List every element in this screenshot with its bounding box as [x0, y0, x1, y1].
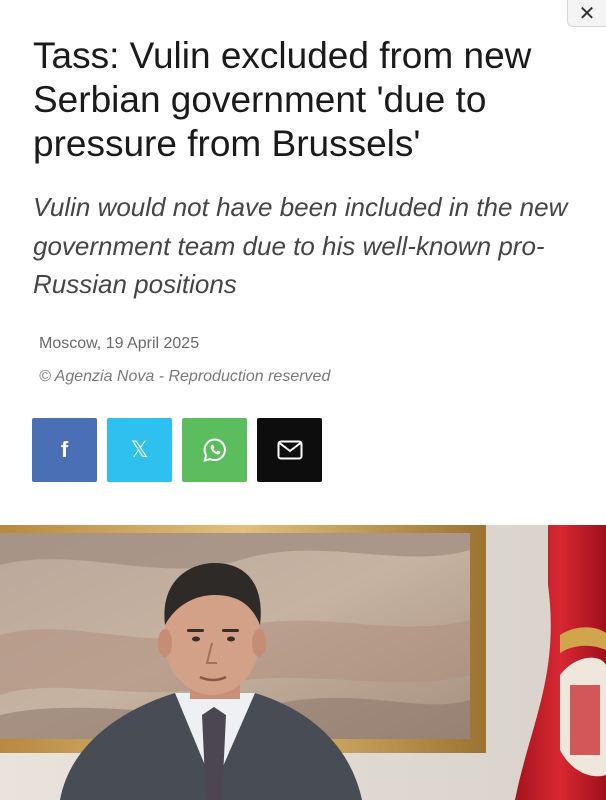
article-title: Tass: Vulin excluded from new Serbian go… — [33, 35, 532, 164]
close-button[interactable]: ✕ — [567, 0, 606, 27]
whatsapp-icon — [202, 438, 226, 462]
close-icon: ✕ — [578, 2, 596, 25]
x-icon: 𝕏 — [130, 437, 149, 463]
article-copyright: © Agenzia Nova - Reproduction reserved — [39, 368, 331, 385]
facebook-share-button[interactable]: f — [32, 418, 97, 482]
article-photo-illustration — [0, 525, 606, 800]
facebook-icon: f — [60, 437, 69, 462]
whatsapp-share-button[interactable] — [182, 418, 247, 482]
email-share-button[interactable] — [257, 418, 322, 482]
share-buttons: f 𝕏 — [32, 418, 322, 482]
envelope-icon — [277, 440, 302, 460]
x-share-button[interactable]: 𝕏 — [107, 418, 172, 482]
article-dateline: Moscow, 19 April 2025 — [39, 335, 200, 352]
article-subtitle: Vulin would not have been included in th… — [33, 192, 568, 299]
article-photo — [0, 525, 606, 800]
